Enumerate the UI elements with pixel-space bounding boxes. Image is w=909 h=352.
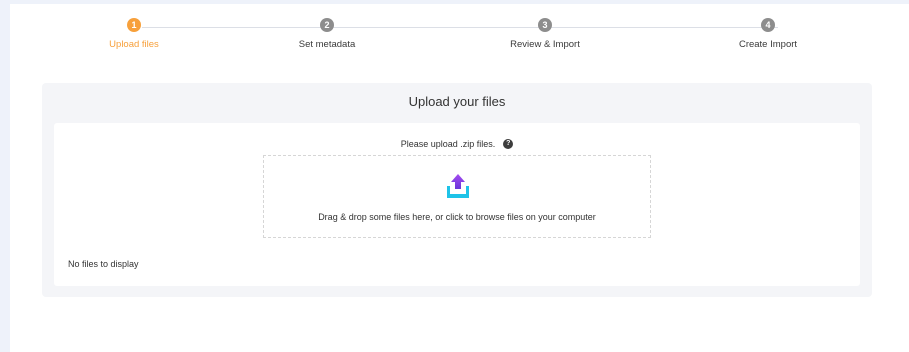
question-circle-icon[interactable]: ? bbox=[503, 139, 514, 149]
step-number: 3 bbox=[538, 18, 552, 32]
upload-card: Upload your files Please upload .zip fil… bbox=[42, 83, 872, 297]
step-label: Create Import bbox=[738, 39, 798, 50]
upload-card-title: Upload your files bbox=[408, 94, 506, 109]
file-dropzone[interactable]: Drag & drop some files here, or click to… bbox=[263, 155, 651, 238]
upload-hint-text: Please upload .zip files. bbox=[400, 139, 496, 149]
step-review-import[interactable]: 3 Review & Import bbox=[475, 18, 615, 50]
empty-file-list-text: No files to display bbox=[68, 259, 139, 269]
step-upload-files[interactable]: 1 Upload files bbox=[64, 18, 204, 50]
step-set-metadata[interactable]: 2 Set metadata bbox=[257, 18, 397, 50]
import-page: 1 Upload files 2 Set metadata 3 Review &… bbox=[10, 4, 909, 352]
step-create-import[interactable]: 4 Create Import bbox=[698, 18, 838, 50]
step-number: 1 bbox=[127, 18, 141, 32]
step-label: Set metadata bbox=[298, 39, 356, 50]
upload-tray-icon bbox=[447, 174, 469, 198]
step-label: Upload files bbox=[109, 39, 159, 50]
step-number: 4 bbox=[761, 18, 775, 32]
stepper-connector-line bbox=[142, 27, 778, 28]
upload-card-body: Please upload .zip files. ? Drag & drop … bbox=[54, 123, 860, 286]
dropzone-text: Drag & drop some files here, or click to… bbox=[318, 212, 596, 222]
step-number: 2 bbox=[320, 18, 334, 32]
import-stepper: 1 Upload files 2 Set metadata 3 Review &… bbox=[10, 4, 909, 64]
upload-hint: Please upload .zip files. ? bbox=[54, 139, 860, 149]
step-label: Review & Import bbox=[510, 39, 580, 50]
